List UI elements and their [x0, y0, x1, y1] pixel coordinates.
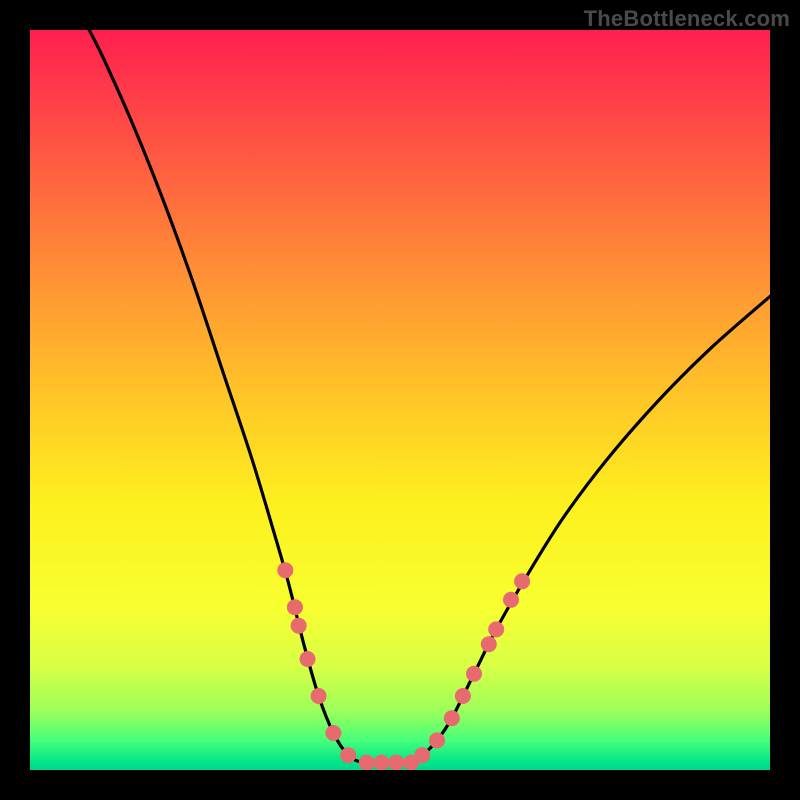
data-marker — [455, 688, 471, 704]
data-marker — [359, 755, 375, 770]
watermark-text: TheBottleneck.com — [584, 6, 790, 32]
markers-group — [277, 562, 530, 770]
data-marker — [291, 618, 307, 634]
data-marker — [388, 755, 404, 770]
data-marker — [466, 666, 482, 682]
chart-frame: TheBottleneck.com — [0, 0, 800, 800]
data-marker — [287, 599, 303, 615]
plot-area — [30, 30, 770, 770]
data-marker — [277, 562, 293, 578]
data-marker — [300, 651, 316, 667]
data-marker — [429, 732, 445, 748]
data-marker — [514, 573, 530, 589]
data-marker — [374, 755, 390, 770]
data-marker — [325, 725, 341, 741]
data-marker — [414, 747, 430, 763]
curve-path — [89, 30, 770, 763]
data-marker — [481, 636, 497, 652]
data-marker — [503, 592, 519, 608]
data-marker — [444, 710, 460, 726]
data-marker — [340, 747, 356, 763]
data-marker — [488, 621, 504, 637]
chart-svg — [30, 30, 770, 770]
data-marker — [311, 688, 327, 704]
